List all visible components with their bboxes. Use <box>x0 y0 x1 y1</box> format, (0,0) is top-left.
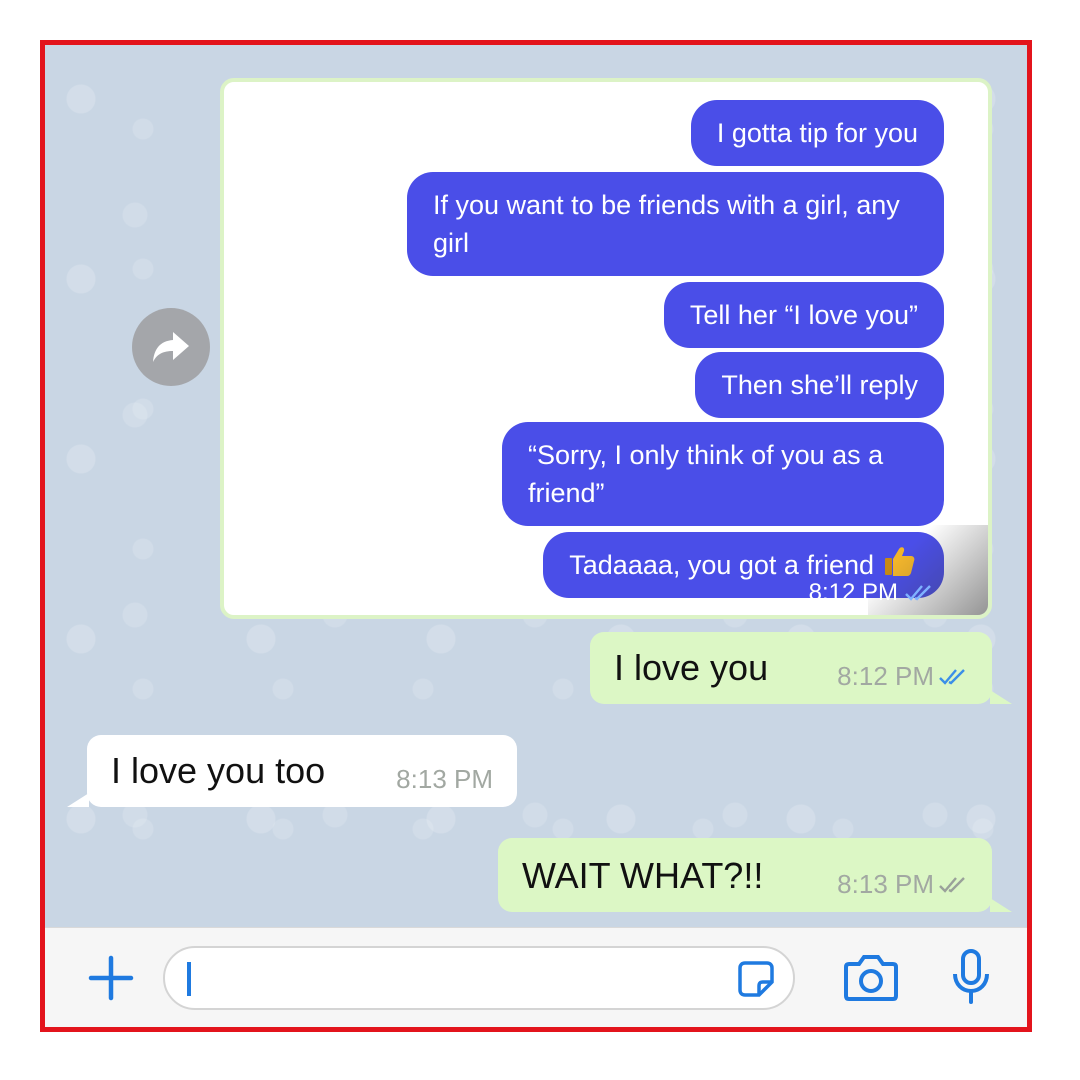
screenshot-frame: I gotta tip for you If you want to be fr… <box>40 40 1032 1032</box>
message-input[interactable] <box>163 946 795 1010</box>
forwarded-message-text: Tadaaaa, you got a friend <box>569 550 874 580</box>
forwarded-timestamp: 8:12 PM <box>809 579 934 607</box>
message-text: I love you too <box>111 750 326 791</box>
plus-icon <box>88 955 134 1001</box>
incoming-message[interactable]: I love you too 8:13 PM <box>87 735 517 807</box>
outgoing-message[interactable]: WAIT WHAT?!! 8:13 PM <box>498 838 992 912</box>
forwarded-message: Tell her “I love you” <box>663 282 944 348</box>
message-text: WAIT WHAT?!! <box>522 855 764 896</box>
forwarded-message: Then she’ll reply <box>695 352 944 418</box>
message-meta: 8:12 PM <box>837 661 968 692</box>
message-time: 8:12 PM <box>837 661 934 691</box>
forwarded-image-message[interactable]: I gotta tip for you If you want to be fr… <box>220 78 992 619</box>
forwarded-message: I gotta tip for you <box>690 100 944 166</box>
message-meta: 8:13 PM <box>396 764 493 795</box>
bubble-tail <box>990 898 1012 912</box>
forwarded-message: If you want to be friends with a girl, a… <box>407 172 944 276</box>
bubble-tail <box>67 793 89 807</box>
camera-icon <box>844 955 898 1001</box>
forward-button[interactable] <box>132 308 210 386</box>
message-time: 8:13 PM <box>396 764 493 794</box>
message-text: I love you <box>614 647 769 688</box>
forwarded-time-text: 8:12 PM <box>808 579 898 606</box>
forwarded-message: “Sorry, I only think of you as a friend” <box>502 422 944 526</box>
microphone-button[interactable] <box>951 948 991 1006</box>
sticker-button[interactable] <box>737 960 775 998</box>
attach-button[interactable] <box>85 952 137 1004</box>
text-caret <box>187 962 191 996</box>
double-check-icon <box>939 876 965 893</box>
double-check-icon <box>905 585 931 601</box>
message-meta: 8:13 PM <box>837 869 968 900</box>
bubble-tail <box>990 690 1012 704</box>
sticker-icon <box>738 961 774 997</box>
forward-arrow-icon <box>153 332 189 362</box>
message-input-bar <box>45 927 1027 1027</box>
chat-area[interactable]: I gotta tip for you If you want to be fr… <box>45 45 1027 927</box>
outgoing-message[interactable]: I love you 8:12 PM <box>590 632 992 704</box>
double-check-read-icon <box>939 668 965 685</box>
camera-button[interactable] <box>843 952 899 1002</box>
message-time: 8:13 PM <box>837 869 934 899</box>
microphone-icon <box>953 949 989 1004</box>
